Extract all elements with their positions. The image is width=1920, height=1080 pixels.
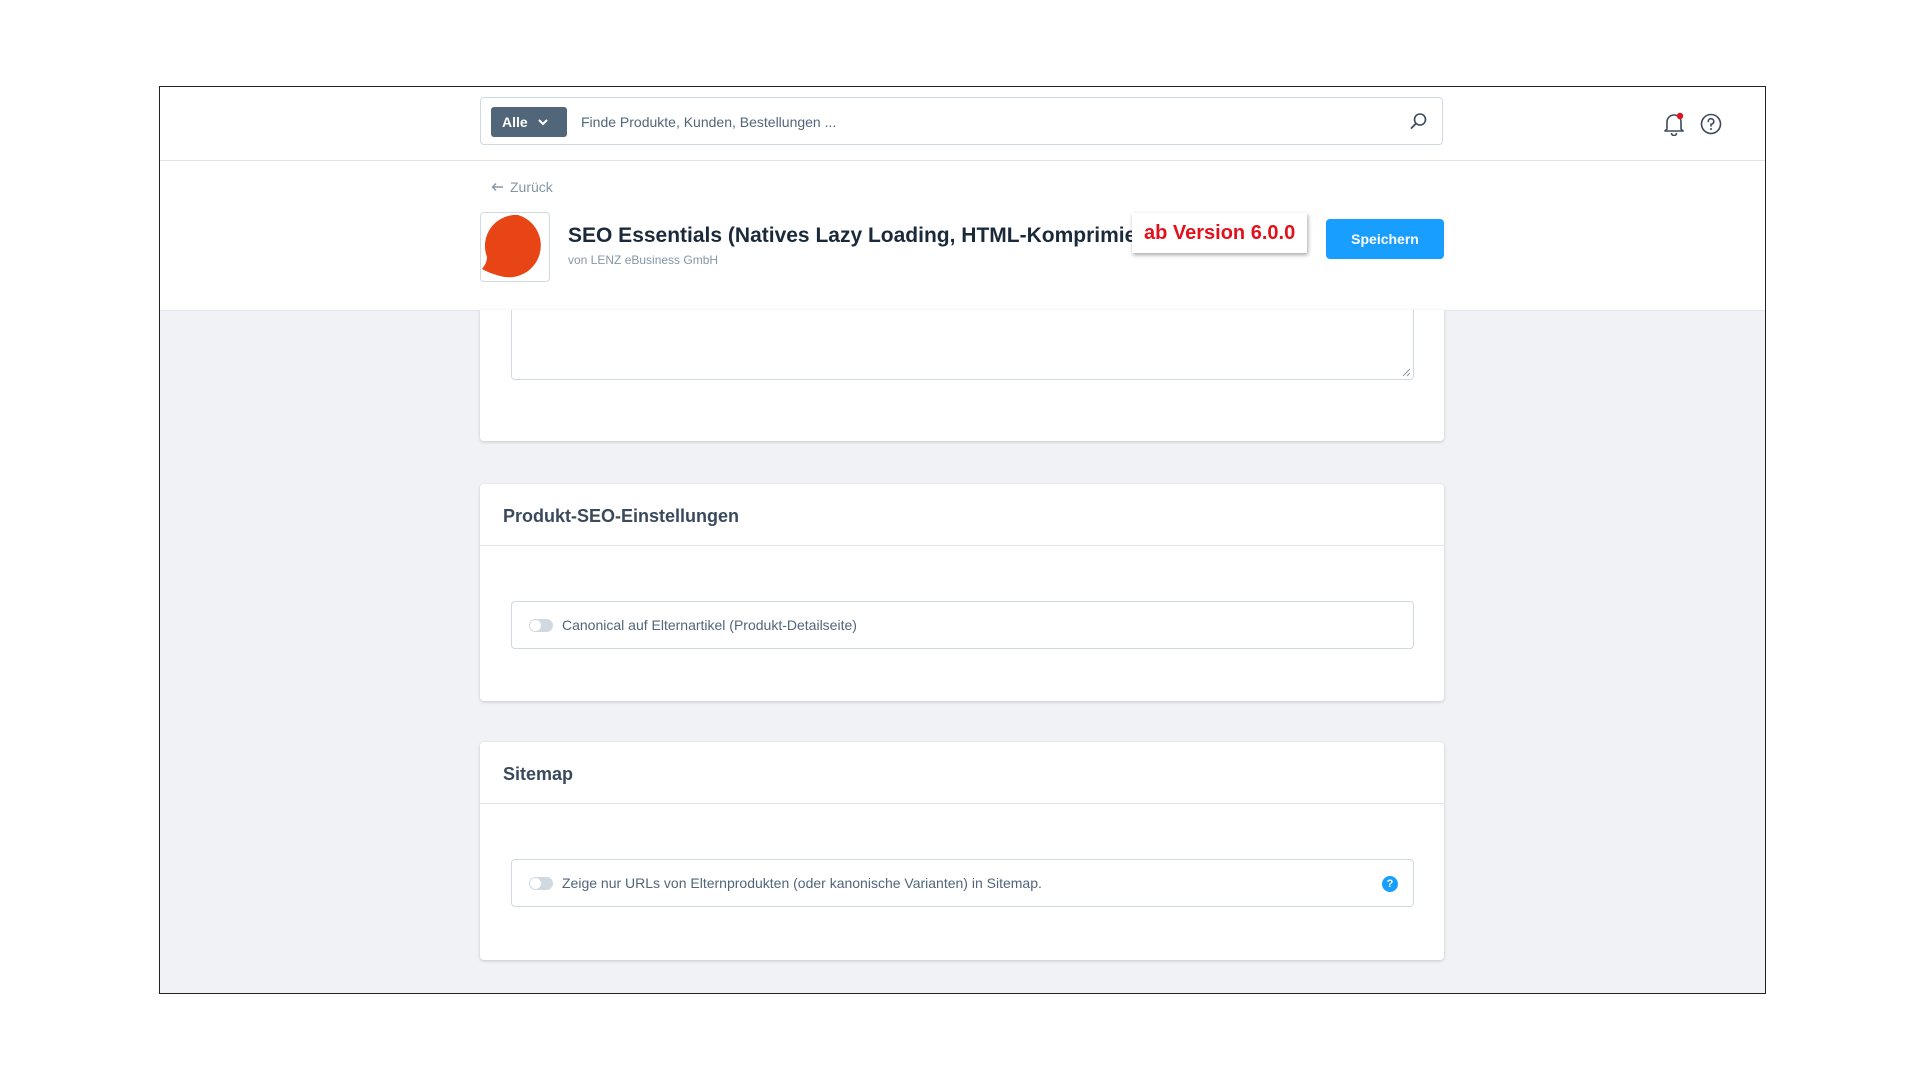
plugin-author: von LENZ eBusiness GmbH	[568, 253, 719, 267]
top-bar: Alle	[160, 87, 1765, 161]
search-type-label: Alle	[502, 114, 528, 130]
sitemap-card: Sitemap Zeige nur URLs von Elternprodukt…	[480, 742, 1444, 960]
back-label: Zurück	[510, 179, 553, 195]
product-seo-card: Produkt-SEO-Einstellungen Canonical auf …	[480, 484, 1444, 701]
card-title-sitemap: Sitemap	[503, 764, 574, 784]
sitemap-parent-only-field: Zeige nur URLs von Elternprodukten (oder…	[511, 859, 1414, 907]
plugin-title: SEO Essentials (Natives Lazy Loading, HT…	[568, 224, 1161, 247]
version-badge: ab Version 6.0.0	[1132, 213, 1308, 253]
canonical-parent-field: Canonical auf Elternartikel (Produkt-Det…	[511, 601, 1414, 649]
plugin-header: Zurück SEO Essentials (Natives Lazy Load…	[160, 161, 1765, 311]
arrow-left-icon	[491, 183, 503, 191]
sitemap-parent-only-toggle[interactable]	[529, 877, 553, 890]
plugin-logo	[480, 212, 550, 282]
description-card	[480, 310, 1444, 441]
card-divider	[480, 545, 1444, 546]
resize-grip-icon[interactable]	[1401, 367, 1411, 377]
speech-bubble-logo-icon	[482, 214, 541, 278]
search-icon[interactable]	[1410, 112, 1428, 130]
search-type-dropdown[interactable]: Alle	[491, 107, 567, 137]
global-search: Alle	[480, 97, 1443, 146]
chevron-down-icon	[537, 118, 548, 126]
card-divider	[480, 803, 1444, 804]
save-button[interactable]: Speichern	[1326, 219, 1444, 259]
back-link[interactable]: Zurück	[491, 179, 553, 195]
description-textarea[interactable]	[511, 310, 1414, 380]
sitemap-parent-only-label: Zeige nur URLs von Elternprodukten (oder…	[562, 875, 1042, 891]
card-title-product-seo: Produkt-SEO-Einstellungen	[503, 506, 740, 526]
notification-bell-icon[interactable]	[1663, 112, 1685, 136]
canonical-parent-label: Canonical auf Elternartikel (Produkt-Det…	[562, 617, 857, 633]
help-icon[interactable]	[1700, 113, 1722, 135]
search-input[interactable]	[579, 98, 1383, 146]
app-window: Alle Zurück	[159, 86, 1766, 994]
canonical-parent-toggle[interactable]	[529, 619, 553, 632]
info-icon[interactable]: ?	[1382, 876, 1398, 892]
